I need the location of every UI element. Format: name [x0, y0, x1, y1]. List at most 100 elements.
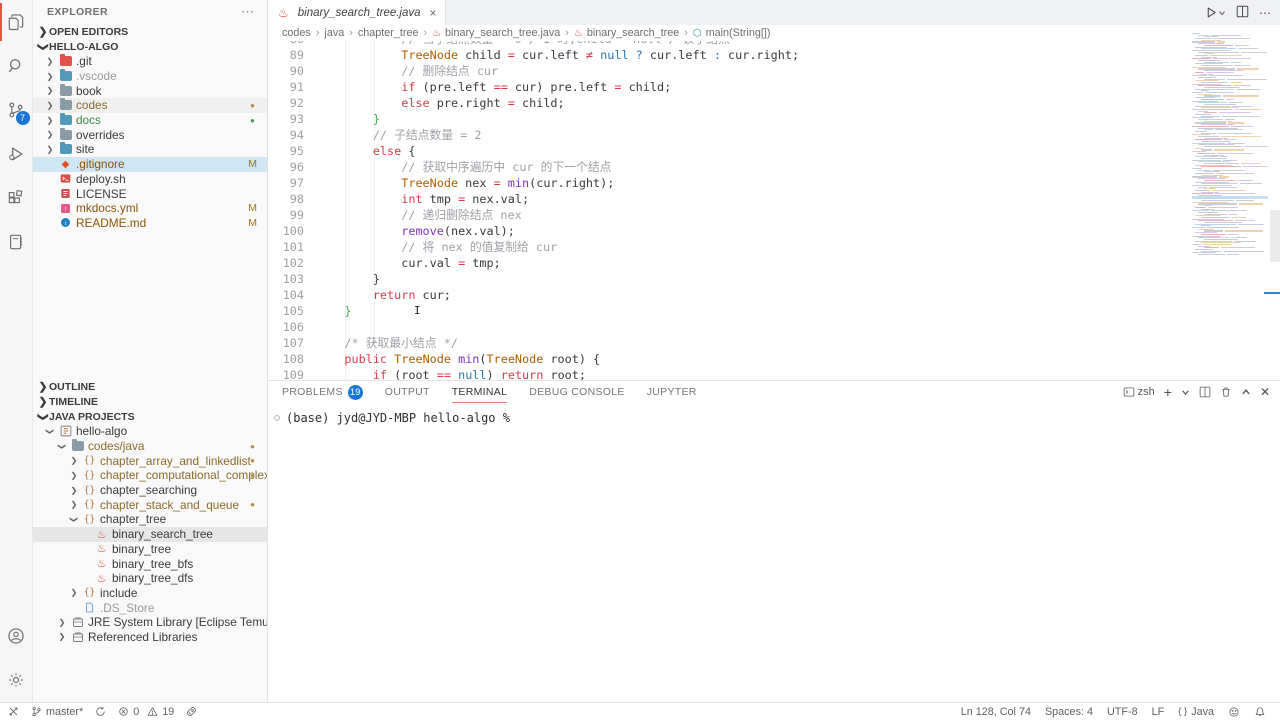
code-line-99[interactable]: 99 // 递归删除结点 nex: [268, 207, 1190, 223]
activity-source-control-icon[interactable]: 7: [0, 88, 33, 132]
tree-item-jre-system-library-eclipse-temurin-17-17-[interactable]: ❯JRE System Library [Eclipse Temurin 17 …: [33, 615, 267, 630]
feedback-icon[interactable]: [1228, 706, 1240, 718]
java-projects-section[interactable]: ❯ JAVA PROJECTS: [33, 409, 267, 424]
panel-tab-output[interactable]: OUTPUT: [385, 381, 430, 403]
account-icon[interactable]: [0, 614, 33, 658]
tree-item--git[interactable]: ❯.git: [33, 54, 267, 69]
tree-item-codes-java[interactable]: ❯codes/java●: [33, 439, 267, 454]
tree-item-codes[interactable]: ❯codes●: [33, 98, 267, 113]
terminal-shell-picker[interactable]: zsh: [1123, 386, 1155, 398]
tree-item-site[interactable]: ❯site: [33, 142, 267, 157]
tree-item-chapter-array-and-linkedlist[interactable]: ❯{}chapter_array_and_linkedlist●: [33, 453, 267, 468]
breadcrumb-item-codes[interactable]: codes: [282, 27, 311, 39]
outline-section[interactable]: ❯ OUTLINE: [33, 379, 267, 394]
activity-run-debug-icon[interactable]: [0, 132, 33, 176]
code-line-91[interactable]: 91 if (pre.left == cur) pre.left = child…: [268, 79, 1190, 95]
kill-terminal-icon[interactable]: [1220, 386, 1232, 398]
code-line-109[interactable]: 109 if (root == null) return root;: [268, 367, 1190, 380]
close-tab-icon[interactable]: ×: [430, 6, 437, 20]
more-actions-icon[interactable]: ⋯: [1259, 6, 1272, 20]
tree-item-include[interactable]: ❯{}include: [33, 586, 267, 601]
language-mode[interactable]: { } Java: [1178, 706, 1214, 718]
indentation-setting[interactable]: Spaces: 4: [1045, 706, 1093, 718]
code-line-106[interactable]: 106: [268, 319, 1190, 335]
tree-item-license[interactable]: LICENSE: [33, 186, 267, 201]
tree-item-overrides[interactable]: ❯overrides: [33, 127, 267, 142]
code-line-107[interactable]: 107 /* 获取最小结点 */: [268, 335, 1190, 351]
tree-item-binary-tree-bfs[interactable]: ♨binary_tree_bfs: [33, 556, 267, 571]
tree-item-book[interactable]: ❯book: [33, 83, 267, 98]
editor-scrollbar[interactable]: [1270, 210, 1280, 262]
code-line-100[interactable]: 100 remove(nex.val);: [268, 223, 1190, 239]
tree-item-binary-search-tree[interactable]: ♨binary_search_tree: [33, 527, 267, 542]
close-panel-icon[interactable]: ✕: [1260, 385, 1270, 399]
remote-indicator[interactable]: [8, 706, 19, 717]
code-line-108[interactable]: 108 public TreeNode min(TreeNode root) {: [268, 351, 1190, 367]
root-folder-section[interactable]: ❯ HELLO-ALGO: [33, 39, 267, 54]
code-line-90[interactable]: 90 // 删除结点 cur: [268, 63, 1190, 79]
breadcrumb-item-binary-search-tree[interactable]: ♨binary_search_tree: [574, 27, 679, 39]
code-line-102[interactable]: 102 cur.val = tmp;: [268, 255, 1190, 271]
breadcrumb-item-chapter-tree[interactable]: chapter_tree: [358, 27, 419, 39]
tree-item-referenced-libraries[interactable]: ❯Referenced Libraries: [33, 630, 267, 645]
settings-gear-icon[interactable]: [0, 658, 33, 702]
tree-item--ds-store[interactable]: .DS_Store: [33, 600, 267, 615]
terminal-dropdown-icon[interactable]: [1181, 388, 1190, 397]
cursor-position[interactable]: Ln 128, Col 74: [961, 706, 1031, 718]
code-line-95[interactable]: 95 else {: [268, 143, 1190, 159]
timeline-section[interactable]: ❯ TIMELINE: [33, 394, 267, 409]
tree-item-binary-tree-dfs[interactable]: ♨binary_tree_dfs: [33, 571, 267, 586]
minimap[interactable]: [1192, 33, 1268, 380]
tree-item--gitignore[interactable]: ◆.gitignoreM: [33, 157, 267, 172]
git-branch-status[interactable]: master*: [31, 706, 83, 718]
tree-item--vscode[interactable]: ❯.vscode: [33, 69, 267, 84]
code-line-96[interactable]: 96 // 获取中序遍历中 cur 的下一个结点: [268, 159, 1190, 175]
breadcrumb-item-binary-search-tree-java[interactable]: ♨binary_search_tree.java: [432, 27, 560, 39]
encoding-setting[interactable]: UTF-8: [1107, 706, 1138, 718]
problems-status[interactable]: 0 19: [118, 706, 174, 718]
breadcrumb-item-main-string-[interactable]: ⬡main(String[]): [693, 27, 771, 39]
panel-tab-terminal[interactable]: TERMINAL: [452, 381, 508, 403]
code-line-92[interactable]: 92 else pre.right = child;: [268, 95, 1190, 111]
activity-search-icon[interactable]: [0, 44, 33, 88]
terminal-prompt-line[interactable]: (base) jyd@JYD-MBP hello-algo %: [274, 411, 510, 425]
code-line-97[interactable]: 97 TreeNode nex = min(cur.right);: [268, 175, 1190, 191]
new-terminal-icon[interactable]: +: [1164, 384, 1172, 400]
tree-item-hello-algo[interactable]: ❯hello-algo: [33, 424, 267, 439]
split-editor-icon[interactable]: [1236, 5, 1249, 21]
tree-item-binary-tree[interactable]: ♨binary_tree: [33, 542, 267, 557]
tree-item-docs[interactable]: ❯docs●: [33, 113, 267, 128]
more-actions-icon[interactable]: ⋯: [241, 4, 255, 20]
code-line-103[interactable]: 103 }: [268, 271, 1190, 287]
tree-item-chapter-computational-complexity[interactable]: ❯{}chapter_computational_complexity●: [33, 468, 267, 483]
activity-notebook-icon[interactable]: [0, 220, 33, 264]
panel-tab-jupyter[interactable]: JUPYTER: [647, 381, 697, 403]
code-line-98[interactable]: 98 int tmp = nex.val;: [268, 191, 1190, 207]
code-line-93[interactable]: 93 }: [268, 111, 1190, 127]
tree-item-mkdocs-yml[interactable]: !mkdocs.ymlM: [33, 201, 267, 216]
code-line-104[interactable]: 104 return cur;: [268, 287, 1190, 303]
maximize-panel-icon[interactable]: [1241, 387, 1251, 397]
activity-explorer-icon[interactable]: [0, 0, 33, 44]
activity-extensions-icon[interactable]: [0, 176, 33, 220]
open-editors-section[interactable]: ❯ OPEN EDITORS: [33, 24, 267, 39]
split-terminal-icon[interactable]: [1199, 386, 1211, 398]
panel-tab-debug-console[interactable]: DEBUG CONSOLE: [529, 381, 625, 403]
breadcrumb-item-java[interactable]: java: [324, 27, 344, 39]
tree-item-readme-md[interactable]: iREADME.mdM: [33, 216, 267, 231]
notifications-bell-icon[interactable]: [1254, 706, 1266, 718]
sync-button[interactable]: [95, 706, 106, 717]
code-editor[interactable]: 88 // 当子结点数量 = 0 / 1 时,child = null / 该子…: [268, 41, 1190, 380]
tree-item-chapter-tree[interactable]: ❯{}chapter_tree: [33, 512, 267, 527]
tree-item-chapter-searching[interactable]: ❯{}chapter_searching: [33, 483, 267, 498]
eol-setting[interactable]: LF: [1152, 706, 1165, 718]
code-line-101[interactable]: 101 // 将 nex 的值复制给 cur: [268, 239, 1190, 255]
run-button[interactable]: [1205, 6, 1226, 19]
panel-tab-problems[interactable]: PROBLEMS19: [282, 381, 363, 403]
code-line-105[interactable]: 105 }: [268, 303, 1190, 319]
java-rocket-status[interactable]: [186, 706, 197, 717]
tree-item-chapter-stack-and-queue[interactable]: ❯{}chapter_stack_and_queue●: [33, 497, 267, 512]
code-line-94[interactable]: 94 // 子结点数量 = 2: [268, 127, 1190, 143]
tree-item-deploy-sh[interactable]: deploy.sh: [33, 172, 267, 187]
code-line-89[interactable]: 89 TreeNode child = cur.left ≠ null ? cu…: [268, 47, 1190, 63]
